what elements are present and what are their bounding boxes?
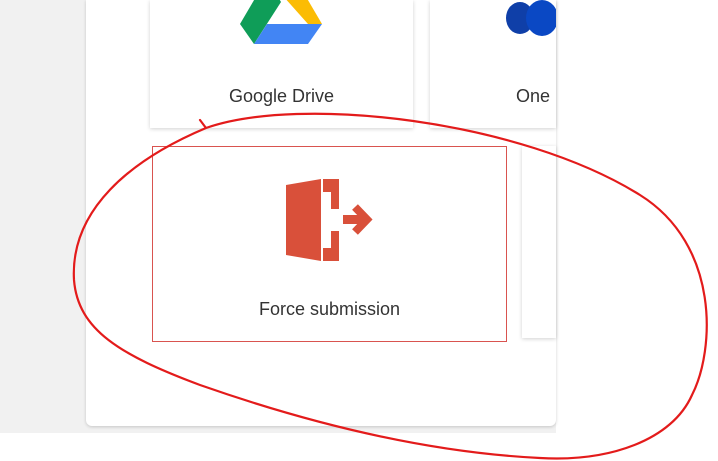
google-drive-label: Google Drive (228, 86, 335, 106)
google-drive-icon (240, 0, 322, 44)
force-submission-tile[interactable]: Force submission (152, 146, 507, 342)
next-tile[interactable] (522, 146, 556, 338)
onedrive-tile[interactable]: One (430, 0, 556, 128)
force-submission-label: Force submission (258, 299, 401, 319)
onedrive-icon (506, 0, 556, 36)
google-drive-tile[interactable]: Google Drive (150, 0, 413, 128)
onedrive-label: One (516, 86, 551, 106)
exit-door-icon (286, 179, 373, 261)
